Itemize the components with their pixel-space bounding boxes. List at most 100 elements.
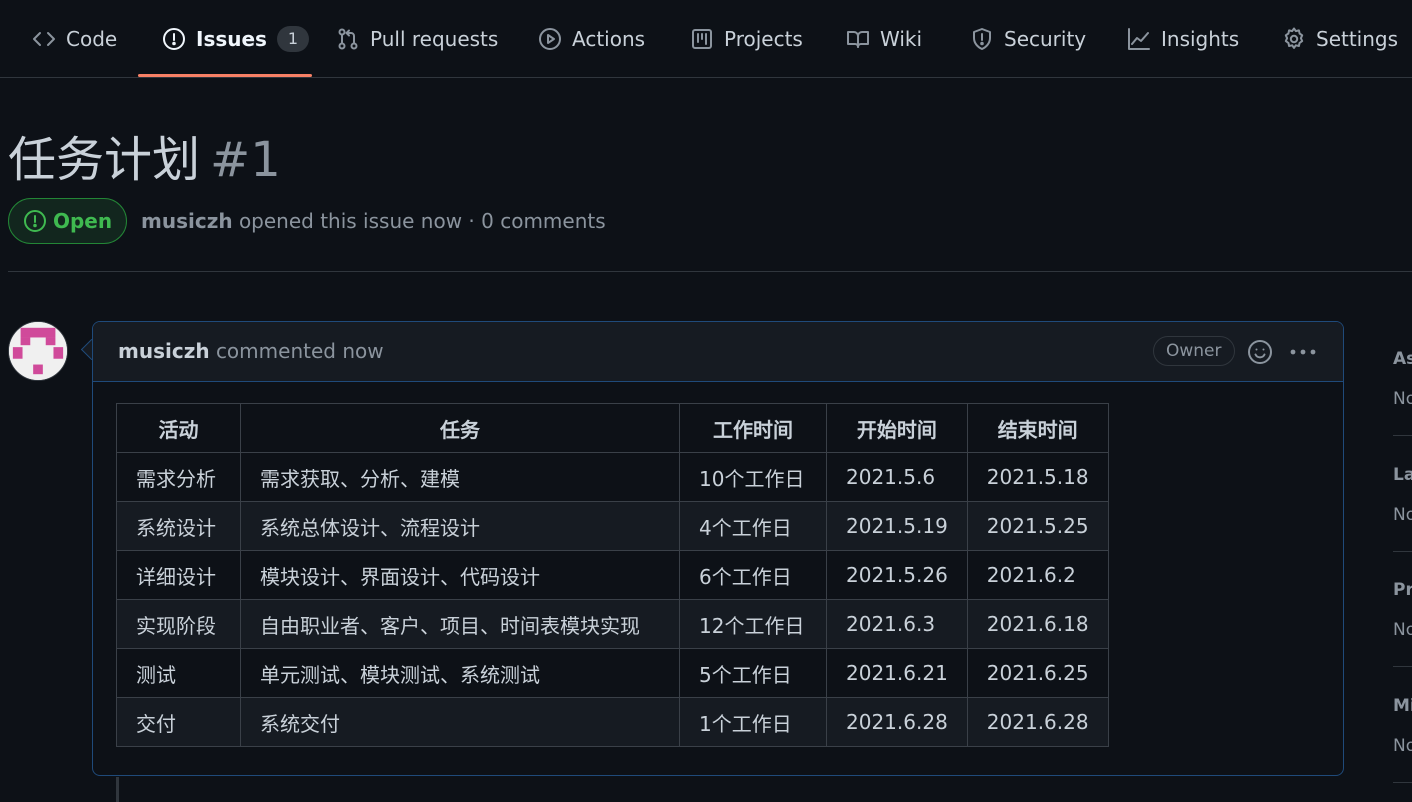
table-cell: 2021.6.18 [966, 599, 1109, 649]
issue-title: 任务计划 #1 [8, 130, 281, 190]
tab-label: Security [1004, 26, 1087, 51]
column-header: 工作时间 [679, 403, 827, 453]
kebab-horizontal-icon[interactable] [1289, 339, 1317, 365]
table-cell: 12个工作日 [679, 599, 827, 649]
sidebar-assignees[interactable]: As No [1393, 349, 1412, 409]
table-row: 实现阶段 自由职业者、客户、项目、时间表模块实现 12个工作日 2021.6.3… [116, 599, 1109, 649]
tab-actions[interactable]: Actions [538, 0, 645, 77]
code-icon [32, 27, 56, 51]
table-cell: 自由职业者、客户、项目、时间表模块实现 [240, 599, 680, 649]
table-cell: 4个工作日 [679, 501, 827, 551]
table-cell: 2021.6.25 [966, 648, 1109, 698]
table-cell: 2021.5.25 [966, 501, 1109, 551]
tab-insights[interactable]: Insights [1127, 0, 1239, 77]
issue-state-badge: Open [8, 198, 127, 244]
comment-header: musiczh commented now Owner [93, 322, 1343, 382]
sidebar-heading: As [1393, 349, 1412, 369]
issue-number: #1 [210, 132, 281, 188]
tab-settings[interactable]: Settings [1282, 0, 1398, 77]
table-row: 交付 系统交付 1个工作日 2021.6.28 2021.6.28 [116, 697, 1109, 747]
table-cell: 2021.5.26 [826, 550, 968, 600]
issue-meta-text: opened this issue now · 0 comments [238, 209, 606, 233]
column-header: 活动 [116, 403, 241, 453]
issue-meta: musiczh opened this issue now · 0 commen… [141, 209, 606, 233]
table-cell: 2021.6.28 [966, 697, 1109, 747]
sidebar-divider [1393, 666, 1412, 667]
tab-label: Code [66, 26, 118, 51]
graph-icon [1127, 27, 1151, 51]
sidebar-heading: La [1393, 465, 1412, 485]
repo-tab-bar: Code Issues 1 Pull requests Actions Proj… [0, 0, 1412, 78]
table-header-row: 活动 任务 工作时间 开始时间 结束时间 [116, 403, 1109, 453]
column-header: 结束时间 [966, 403, 1109, 453]
issue-opened-icon [162, 27, 186, 51]
sidebar-heading: Mi [1393, 696, 1412, 716]
book-icon [846, 27, 870, 51]
tab-label: Issues [196, 26, 267, 51]
tab-label: Projects [724, 26, 803, 51]
table-cell: 需求分析 [116, 452, 241, 502]
comment-byline: musiczh commented now [118, 339, 384, 363]
table-cell: 2021.6.21 [826, 648, 968, 698]
sidebar-value: No [1393, 389, 1412, 409]
table-row: 需求分析 需求获取、分析、建模 10个工作日 2021.5.6 2021.5.1… [116, 452, 1109, 502]
comment-author-link[interactable]: musiczh [118, 339, 210, 363]
sidebar-labels[interactable]: La No [1393, 465, 1412, 525]
selected-tab-underline [138, 74, 312, 77]
sidebar-value: No [1393, 736, 1412, 756]
tab-code[interactable]: Code [32, 0, 117, 77]
issue-author-link[interactable]: musiczh [141, 209, 233, 233]
sidebar-value: No [1393, 505, 1412, 525]
tab-issues[interactable]: Issues 1 [162, 0, 309, 77]
column-header: 任务 [240, 403, 680, 453]
shield-icon [970, 27, 994, 51]
column-header: 开始时间 [826, 403, 968, 453]
issue-state-label: Open [52, 209, 113, 233]
table-cell: 交付 [116, 697, 241, 747]
sidebar-divider [1393, 551, 1412, 552]
tab-label: Wiki [880, 26, 923, 51]
tab-label: Actions [572, 26, 646, 51]
table-cell: 系统设计 [116, 501, 241, 551]
table-row: 测试 单元测试、模块测试、系统测试 5个工作日 2021.6.21 2021.6… [116, 648, 1109, 698]
table-cell: 模块设计、界面设计、代码设计 [240, 550, 680, 600]
comment-timestamp: commented now [215, 339, 384, 363]
task-plan-table: 活动 任务 工作时间 开始时间 结束时间 需求分析 需求获取、分析、建模 10个… [116, 403, 1109, 747]
sidebar-milestone[interactable]: Mi No [1393, 696, 1412, 756]
sidebar-divider [1393, 782, 1412, 783]
sidebar-heading: Pr [1393, 580, 1412, 600]
table-cell: 2021.6.3 [826, 599, 968, 649]
timeline-line [116, 777, 119, 802]
table-cell: 1个工作日 [679, 697, 827, 747]
sidebar-projects[interactable]: Pr No [1393, 580, 1412, 640]
table-cell: 需求获取、分析、建模 [240, 452, 680, 502]
table-cell: 6个工作日 [679, 550, 827, 600]
table-cell: 系统总体设计、流程设计 [240, 501, 680, 551]
table-row: 系统设计 系统总体设计、流程设计 4个工作日 2021.5.19 2021.5.… [116, 501, 1109, 551]
git-pull-request-icon [336, 27, 360, 51]
issue-page: Code Issues 1 Pull requests Actions Proj… [0, 0, 1412, 802]
sidebar-divider [1393, 435, 1412, 436]
tab-label: Insights [1161, 26, 1240, 51]
sidebar-value: No [1393, 620, 1412, 640]
table-cell: 2021.5.18 [966, 452, 1109, 502]
avatar[interactable] [8, 321, 68, 381]
table-cell: 测试 [116, 648, 241, 698]
issue-title-text: 任务计划 [8, 132, 201, 188]
issue-opened-icon [23, 209, 47, 233]
tab-pull-requests[interactable]: Pull requests [336, 0, 498, 77]
tab-label: Settings [1316, 26, 1399, 51]
play-icon [538, 27, 562, 51]
table-cell: 10个工作日 [679, 452, 827, 502]
tab-label: Pull requests [370, 26, 499, 51]
smiley-icon[interactable] [1247, 339, 1273, 365]
tab-wiki[interactable]: Wiki [846, 0, 922, 77]
tab-projects[interactable]: Projects [690, 0, 803, 77]
table-cell: 2021.6.28 [826, 697, 968, 747]
gear-icon [1282, 27, 1306, 51]
table-cell: 5个工作日 [679, 648, 827, 698]
table-cell: 单元测试、模块测试、系统测试 [240, 648, 680, 698]
table-cell: 系统交付 [240, 697, 680, 747]
tab-security[interactable]: Security [970, 0, 1086, 77]
table-cell: 2021.6.2 [966, 550, 1109, 600]
